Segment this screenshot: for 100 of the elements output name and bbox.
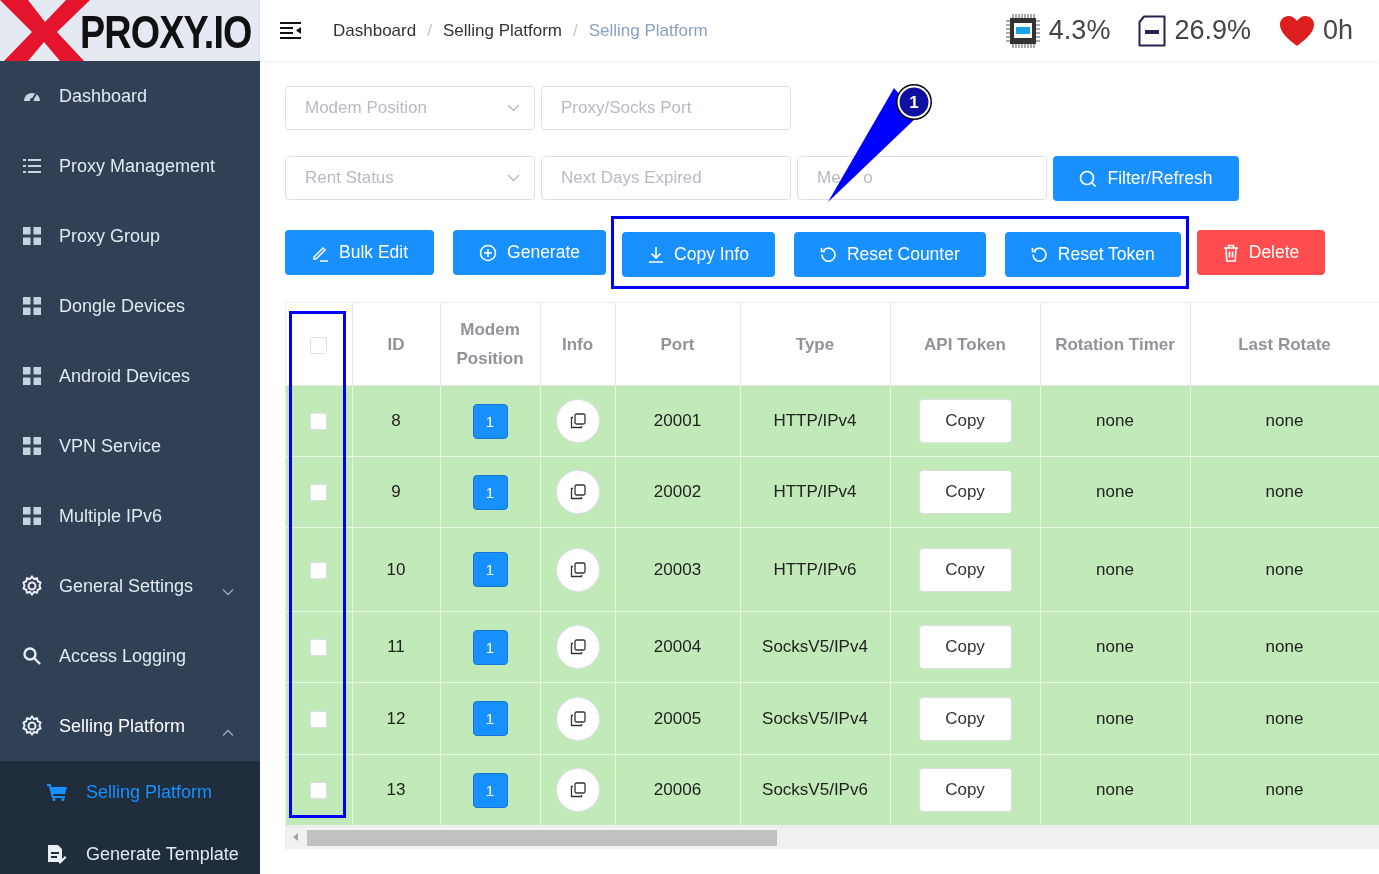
table-cell: HTTP/IPv6 xyxy=(773,559,857,579)
table-cell: 20001 xyxy=(653,411,702,430)
sidebar-item[interactable]: Android Devices xyxy=(0,341,260,411)
table-cell: SocksV5/IPv4 xyxy=(762,637,868,656)
scroll-left-arrow-icon[interactable] xyxy=(293,833,298,841)
sidebar-item[interactable]: Dashboard xyxy=(0,61,260,131)
table-cell: none xyxy=(1265,482,1304,501)
sidebar-item[interactable]: General Settings xyxy=(0,551,260,621)
search-icon xyxy=(1079,169,1098,188)
table-cell: none xyxy=(1096,411,1134,430)
sidebar-item[interactable]: Multiple IPv6 xyxy=(0,481,260,551)
menu-fold-icon[interactable] xyxy=(280,22,301,39)
table-cell: 20005 xyxy=(653,708,702,728)
column-header: Last Rotate xyxy=(1238,334,1331,354)
stat-value: 26.9% xyxy=(1174,15,1251,46)
gear-icon xyxy=(21,575,43,597)
copy-info-button[interactable] xyxy=(555,470,600,514)
chevron-down-icon xyxy=(507,104,520,112)
copy-info-button[interactable] xyxy=(555,768,600,812)
breadcrumb-current: Selling Platform xyxy=(588,20,708,41)
copy-info-button[interactable] xyxy=(555,399,600,443)
search-icon xyxy=(23,647,41,665)
row-checkbox[interactable] xyxy=(310,639,328,656)
table-cell: none xyxy=(1265,708,1304,728)
breadcrumb-link[interactable]: Dashboard xyxy=(333,20,417,41)
copy-icon xyxy=(569,484,586,500)
table-cell: 20002 xyxy=(653,482,702,501)
column-header: ID xyxy=(387,334,405,354)
table-cell: none xyxy=(1096,780,1134,799)
row-checkbox[interactable] xyxy=(310,561,328,579)
table-cell: 9 xyxy=(391,482,401,501)
reset-icon xyxy=(819,246,837,263)
grid-icon xyxy=(23,367,41,385)
table-cell: 20006 xyxy=(653,780,702,799)
reset-icon xyxy=(1030,246,1048,263)
input-field[interactable]: Me o xyxy=(797,156,1047,200)
copy-icon xyxy=(569,561,586,578)
sidebar-item[interactable]: Dongle Devices xyxy=(0,271,260,341)
sidebar-item[interactable]: Proxy Group xyxy=(0,201,260,271)
table-cell: 13 xyxy=(386,780,406,799)
copy-token-button[interactable]: Copy xyxy=(918,399,1012,443)
stat-value: 0h xyxy=(1322,15,1353,46)
table-cell: 8 xyxy=(391,411,401,430)
row-checkbox[interactable] xyxy=(310,413,328,430)
grid-icon xyxy=(23,507,41,525)
sidebar-item[interactable]: Proxy Management xyxy=(0,131,260,201)
table-cell: HTTP/IPv4 xyxy=(773,411,857,430)
input-field[interactable]: Proxy/Socks Port xyxy=(541,86,791,130)
grid-icon xyxy=(23,297,41,315)
cpu-icon xyxy=(1004,12,1041,49)
document-edit-icon xyxy=(47,844,67,864)
submenu-item[interactable]: Generate Template xyxy=(0,823,260,874)
logo-text: PROXY.IO xyxy=(80,4,252,59)
scrollbar-thumb[interactable] xyxy=(307,830,777,846)
row-checkbox[interactable] xyxy=(310,782,328,799)
table-cell: none xyxy=(1265,780,1304,799)
plus-circle-icon xyxy=(479,243,498,262)
table-cell: 20003 xyxy=(653,559,702,579)
copy-token-button[interactable]: Copy xyxy=(918,625,1012,669)
copy-token-button[interactable]: Copy xyxy=(918,470,1012,514)
column-header: Port xyxy=(660,334,695,354)
column-header: Rotation Timer xyxy=(1055,334,1175,354)
download-icon xyxy=(648,245,665,264)
table-cell: 11 xyxy=(387,637,405,656)
stat-value: 4.3% xyxy=(1048,15,1111,46)
callout-badge: 1 xyxy=(896,84,932,120)
copy-info-button[interactable] xyxy=(555,625,600,669)
horizontal-scrollbar[interactable] xyxy=(286,826,1379,848)
copy-icon xyxy=(569,782,586,798)
grid-icon xyxy=(23,437,41,455)
table-cell: 10 xyxy=(386,559,406,579)
submenu-item[interactable]: Selling Platform xyxy=(0,761,260,823)
chevron-down-icon xyxy=(507,174,520,182)
breadcrumb-separator: / xyxy=(427,20,432,41)
select-all-checkbox[interactable] xyxy=(310,336,328,354)
ram-icon xyxy=(1138,14,1167,47)
column-header: API Token xyxy=(924,334,1006,354)
sidebar-item[interactable]: Access Logging xyxy=(0,621,260,691)
input-field[interactable]: Next Days Expired xyxy=(541,156,791,200)
copy-token-button[interactable]: Copy xyxy=(918,696,1012,741)
row-checkbox[interactable] xyxy=(310,484,328,501)
table-cell: none xyxy=(1096,559,1134,579)
copy-token-button[interactable]: Copy xyxy=(918,547,1012,592)
column-header: Type xyxy=(795,334,835,354)
sidebar-item[interactable]: VPN Service xyxy=(0,411,260,481)
table-cell: 12 xyxy=(386,708,406,728)
copy-token-button[interactable]: Copy xyxy=(918,768,1012,812)
table-cell: none xyxy=(1096,708,1134,728)
table-cell: HTTP/IPv4 xyxy=(773,482,857,501)
breadcrumb-link[interactable]: Selling Platform xyxy=(442,20,562,41)
table-cell: none xyxy=(1265,411,1304,430)
gear-icon xyxy=(21,715,43,737)
table-cell: none xyxy=(1265,559,1304,579)
heart-icon xyxy=(1278,14,1315,47)
list-icon xyxy=(23,158,41,174)
trash-icon xyxy=(1222,243,1239,262)
sidebar-item[interactable]: Selling Platform xyxy=(0,691,260,761)
copy-icon xyxy=(569,639,586,655)
column-header: Info xyxy=(561,334,594,354)
row-checkbox[interactable] xyxy=(310,710,328,728)
